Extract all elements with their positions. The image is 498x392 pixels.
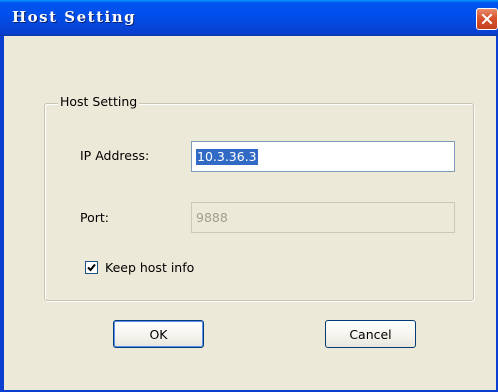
ip-address-value: 10.3.36.3: [196, 148, 258, 165]
keep-host-info-checkbox[interactable]: [85, 261, 98, 274]
port-input[interactable]: [191, 202, 455, 233]
group-legend: Host Setting: [58, 94, 140, 109]
ip-address-input[interactable]: 10.3.36.3: [191, 141, 455, 172]
checkmark-icon: [87, 263, 96, 272]
port-label: Port:: [80, 210, 109, 225]
window-title: Host Setting: [12, 8, 137, 26]
ip-address-label: IP Address:: [80, 148, 150, 163]
close-button[interactable]: [476, 8, 498, 30]
ok-button[interactable]: OK: [113, 320, 204, 348]
cancel-button[interactable]: Cancel: [325, 320, 416, 348]
title-bar[interactable]: Host Setting: [0, 0, 498, 36]
close-icon: [481, 13, 493, 25]
keep-host-info-label[interactable]: Keep host info: [105, 260, 194, 275]
host-setting-dialog: Host Setting Host Setting IP Address: 10…: [0, 0, 498, 392]
